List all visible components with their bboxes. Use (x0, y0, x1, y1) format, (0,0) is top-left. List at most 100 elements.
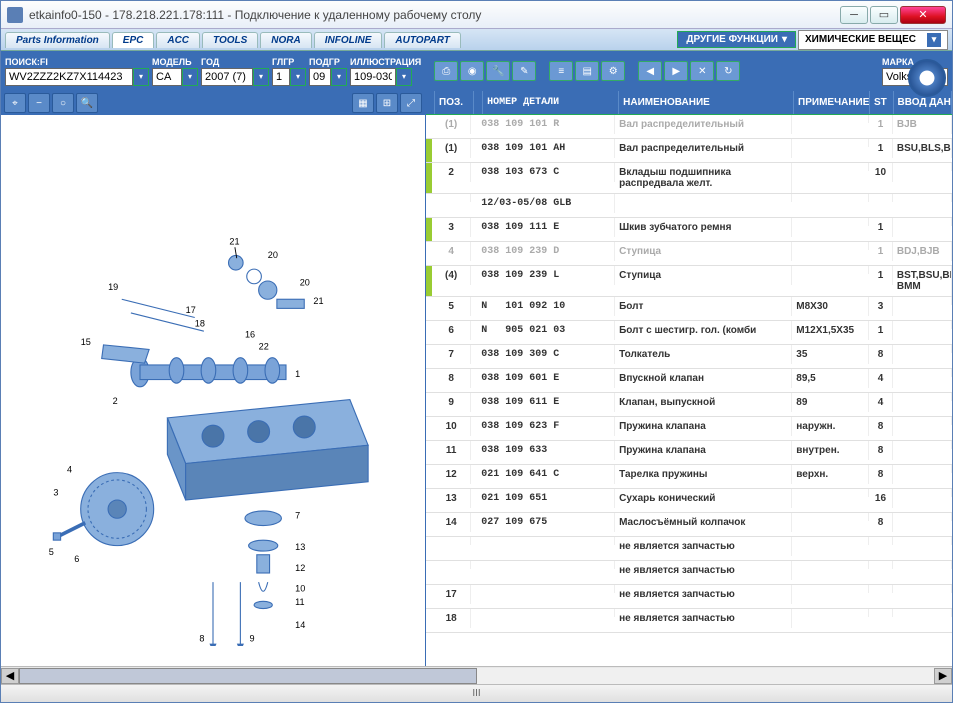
exploded-diagram[interactable]: 21 20 20 21 19 17 18 16 22 15 1 2 4 3 (1, 115, 425, 666)
podgr-input[interactable] (309, 68, 331, 86)
note-cell: 89 (792, 393, 869, 412)
st-cell: 1 (869, 218, 893, 237)
mark-header (426, 91, 435, 114)
cross-icon[interactable]: ✕ (690, 61, 714, 81)
table-row[interactable]: не является запчастью (426, 537, 952, 561)
table-row[interactable]: 14027 109 675Маслосъёмный колпачок8 (426, 513, 952, 537)
st-header[interactable]: ST (870, 91, 894, 114)
table-row[interactable]: 3038 109 111 EШкив зубчатого ремня1 (426, 218, 952, 242)
table-row[interactable]: (1)038 109 101 AHВал распределительный1B… (426, 139, 952, 163)
glgr-dropdown-button[interactable]: ▾ (290, 68, 306, 86)
data-cell: BSU,BLS,BM (893, 139, 952, 158)
pos-cell: 5 (432, 297, 471, 316)
maximize-button[interactable]: ▭ (870, 6, 898, 24)
table-row[interactable]: 13021 109 651Сухарь конический16 (426, 489, 952, 513)
table-row[interactable]: (1)038 109 101 RВал распределительный1BJ… (426, 115, 952, 139)
partnum-cell (477, 537, 615, 545)
table-row[interactable]: 8038 109 601 EВпускной клапан89,54 (426, 369, 952, 393)
tab-nora[interactable]: NORA (260, 32, 311, 48)
illus-input[interactable] (350, 68, 396, 86)
year-dropdown-button[interactable]: ▾ (253, 68, 269, 86)
list-icon[interactable]: ≡ (549, 61, 573, 81)
table-row[interactable]: 6N 905 021 03Болт с шестигр. гол. (комби… (426, 321, 952, 345)
tab-autopart[interactable]: AUTOPART (384, 32, 460, 48)
table-row[interactable]: не является запчастью (426, 561, 952, 585)
table-row[interactable]: (4)038 109 239 LСтупица1BST,BSU,BL BMM (426, 266, 952, 297)
name-cell (615, 194, 792, 202)
data-cell: BST,BSU,BL BMM (893, 266, 952, 296)
scroll-track[interactable] (19, 668, 934, 684)
partnum-cell (477, 561, 615, 569)
tab-infoline[interactable]: INFOLINE (314, 32, 383, 48)
svg-text:13: 13 (295, 542, 305, 552)
tab-tools[interactable]: TOOLS (202, 32, 258, 48)
table-row[interactable]: 18не является запчастью (426, 609, 952, 633)
scroll-right-button[interactable]: ▶ (934, 668, 952, 684)
table-row[interactable]: 11038 109 633Пружина клапанавнутрен.8 (426, 441, 952, 465)
note-header[interactable]: ПРИМЕЧАНИЕ (794, 91, 870, 114)
search-dropdown-button[interactable]: ▾ (133, 68, 149, 86)
prev-icon[interactable]: ◀ (638, 61, 662, 81)
partnum-cell: 038 109 601 E (477, 369, 615, 388)
model-dropdown-button[interactable]: ▾ (182, 68, 198, 86)
pos-cell (432, 561, 471, 569)
expand-icon[interactable]: ⤢ (400, 93, 422, 113)
refresh-icon[interactable]: ↻ (716, 61, 740, 81)
svg-text:5: 5 (49, 547, 54, 557)
partnum-cell (477, 585, 615, 593)
search-input[interactable] (5, 68, 133, 86)
pos-cell: 13 (432, 489, 471, 508)
zoom-reset-icon[interactable]: ○ (52, 93, 74, 113)
print-icon[interactable]: ⎙ (434, 61, 458, 81)
parts-grid-pane: ПОЗ. НОМЕР ДЕТАЛИ НАИМЕНОВАНИЕ ПРИМЕЧАНИ… (426, 91, 952, 666)
wrench-icon[interactable]: 🔧 (486, 61, 510, 81)
horizontal-scrollbar[interactable]: ◀ ▶ (1, 666, 952, 684)
zoom-in-icon[interactable]: 🔍 (76, 93, 98, 113)
pos-header[interactable]: ПОЗ. (435, 91, 474, 114)
pos-cell: 9 (432, 393, 471, 412)
grid-icon[interactable]: ⊞ (376, 93, 398, 113)
table-row[interactable]: 10038 109 623 FПружина клапананаружн.8 (426, 417, 952, 441)
minimize-button[interactable]: ─ (840, 6, 868, 24)
table-row[interactable]: 17не является запчастью (426, 585, 952, 609)
pos-cell (432, 537, 471, 545)
name-cell: Ступица (615, 266, 792, 285)
glgr-input[interactable] (272, 68, 290, 86)
tab-acc[interactable]: ACC (156, 32, 200, 48)
table-row[interactable]: 4038 109 239 DСтупица1BDJ,BJB (426, 242, 952, 266)
table-row[interactable]: 2038 103 673 CВкладыш подшипника распред… (426, 163, 952, 194)
name-cell: Болт с шестигр. гол. (комби (615, 321, 792, 340)
close-button[interactable]: ✕ (900, 6, 946, 24)
grid-body[interactable]: (1)038 109 101 RВал распределительный1BJ… (426, 115, 952, 666)
table-row[interactable]: 9038 109 611 EКлапан, выпускной894 (426, 393, 952, 417)
st-cell: 10 (869, 163, 893, 182)
scroll-left-button[interactable]: ◀ (1, 668, 19, 684)
st-cell: 16 (869, 489, 893, 508)
podgr-dropdown-button[interactable]: ▾ (331, 68, 347, 86)
year-input[interactable] (201, 68, 253, 86)
scroll-thumb[interactable] (19, 668, 477, 684)
tab-parts-information[interactable]: Parts Information (5, 32, 110, 48)
note-icon[interactable]: ✎ (512, 61, 536, 81)
partnum-header[interactable]: НОМЕР ДЕТАЛИ (483, 91, 619, 114)
settings-icon[interactable]: ⚙ (601, 61, 625, 81)
camera-icon[interactable]: ◉ (460, 61, 484, 81)
illus-dropdown-button[interactable]: ▾ (396, 68, 412, 86)
doc-icon[interactable]: ▤ (575, 61, 599, 81)
note-cell: внутрен. (792, 441, 869, 460)
data-cell (893, 609, 952, 617)
name-header[interactable]: НАИМЕНОВАНИЕ (619, 91, 794, 114)
table-row[interactable]: 12/03-05/08 GLB (426, 194, 952, 218)
other-functions-dropdown[interactable]: ДРУГИЕ ФУНКЦИИ ▾ (677, 31, 796, 48)
model-input[interactable] (152, 68, 182, 86)
table-row[interactable]: 12021 109 641 CТарелка пружиныверхн.8 (426, 465, 952, 489)
table-row[interactable]: 7038 109 309 CТолкатель358 (426, 345, 952, 369)
zoom-out-icon[interactable]: − (28, 93, 50, 113)
tab-epc[interactable]: EPC (112, 32, 155, 48)
layout-icon[interactable]: ▦ (352, 93, 374, 113)
zoom-fit-icon[interactable]: ⌖ (4, 93, 26, 113)
next-icon[interactable]: ▶ (664, 61, 688, 81)
table-row[interactable]: 5N 101 092 10БолтM8X303 (426, 297, 952, 321)
chemical-dropdown[interactable]: ХИМИЧЕСКИЕ ВЕЩЕС ▾ (798, 30, 948, 50)
note-cell (792, 513, 869, 521)
